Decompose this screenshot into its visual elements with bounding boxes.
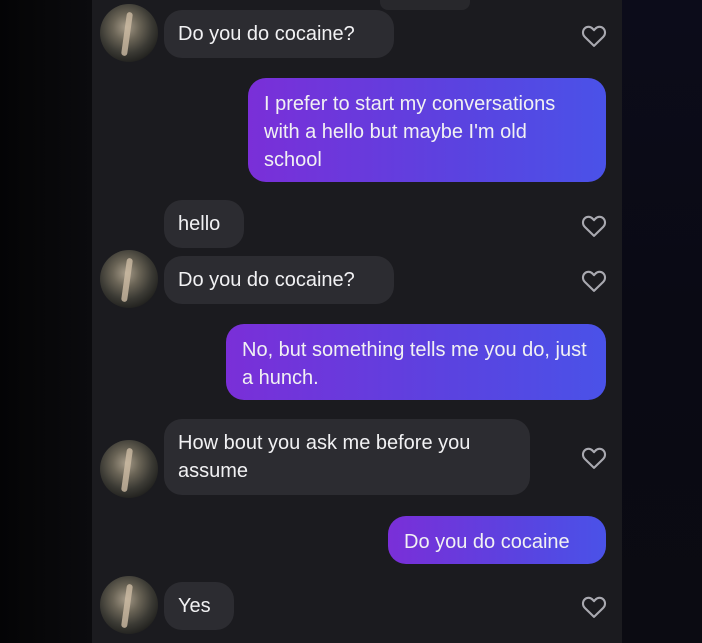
sender-avatar[interactable] xyxy=(100,4,158,62)
sender-avatar[interactable] xyxy=(100,576,158,634)
left-background xyxy=(0,0,92,643)
outgoing-message: Do you do cocaine xyxy=(388,516,606,564)
like-heart-icon[interactable] xyxy=(580,593,608,621)
right-background xyxy=(622,0,702,643)
incoming-message: Do you do cocaine? xyxy=(164,10,394,58)
incoming-message: Yes xyxy=(164,582,234,630)
outgoing-message: No, but something tells me you do, just … xyxy=(226,324,606,400)
like-heart-icon[interactable] xyxy=(580,22,608,50)
sender-avatar[interactable] xyxy=(100,250,158,308)
like-heart-icon[interactable] xyxy=(580,212,608,240)
incoming-message: hello xyxy=(164,200,244,248)
chat-screen: Do you do cocaine? I prefer to start my … xyxy=(0,0,702,643)
incoming-message: Do you do cocaine? xyxy=(164,256,394,304)
like-heart-icon[interactable] xyxy=(580,444,608,472)
incoming-message: How bout you ask me before you assume xyxy=(164,419,530,495)
sender-avatar[interactable] xyxy=(100,440,158,498)
like-heart-icon[interactable] xyxy=(580,267,608,295)
previous-message-stub xyxy=(380,0,470,10)
outgoing-message: I prefer to start my conversations with … xyxy=(248,78,606,182)
